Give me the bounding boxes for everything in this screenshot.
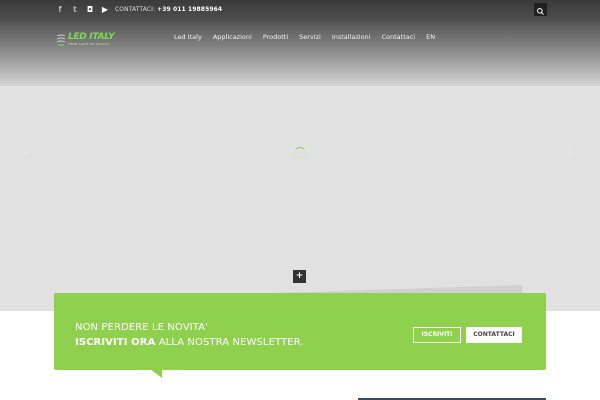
nav-item-prodotti[interactable]: Prodotti [263, 33, 288, 41]
search-button[interactable] [534, 3, 547, 16]
logo[interactable]: LED ITALY FROM LIGHT TO QUALITY [56, 32, 126, 48]
newsletter-banner: NON PERDERE LE NOVITA' ISCRIVITI ORA ALL… [54, 293, 546, 370]
hero-slider: ‹ › + [0, 86, 600, 311]
logo-text: LED ITALY [68, 32, 115, 42]
logo-subtitle: FROM LIGHT TO QUALITY [68, 42, 110, 46]
nav-item-contattaci[interactable]: Contattaci [381, 33, 415, 41]
newsletter-subheading: ISCRIVITI ORA ALLA NOSTRA NEWSLETTER. [75, 337, 304, 348]
top-bar: f 𝕥 ◘ ▶ CONTATTACI: +39 011 19885964 [0, 0, 600, 22]
nav-item-installazioni[interactable]: Installazioni [332, 33, 371, 41]
social-links: f 𝕥 ◘ ▶ [56, 5, 109, 15]
main-nav: Led Italy Applicazioni Prodotti Servizi … [174, 33, 446, 41]
contact-line: CONTATTACI: +39 011 19885964 [115, 6, 222, 13]
slider-next-arrow-icon[interactable]: › [568, 148, 572, 159]
loading-spinner-icon [294, 147, 306, 159]
contact-button[interactable]: CONTATTACI [466, 327, 522, 343]
newsletter-cta-rest: ALLA NOSTRA NEWSLETTER. [155, 337, 304, 348]
nav-item-led-italy[interactable]: Led Italy [174, 33, 202, 41]
expand-button[interactable]: + [293, 270, 306, 283]
logo-mark-icon [56, 34, 66, 46]
newsletter-heading: NON PERDERE LE NOVITA' [75, 322, 208, 333]
slider-prev-arrow-icon[interactable]: ‹ [24, 148, 28, 159]
twitter-icon[interactable]: 𝕥 [71, 5, 79, 15]
nav-item-language[interactable]: EN [426, 33, 435, 41]
subscribe-button[interactable]: ISCRIVITI [413, 327, 461, 343]
contact-phone[interactable]: +39 011 19885964 [157, 6, 222, 13]
nav-item-applicazioni[interactable]: Applicazioni [213, 33, 252, 41]
site-header: LED ITALY FROM LIGHT TO QUALITY Led Ital… [0, 22, 600, 86]
contact-label: CONTATTACI: [115, 6, 156, 13]
nav-item-servizi[interactable]: Servizi [299, 33, 321, 41]
newsletter-tail [150, 369, 162, 378]
instagram-icon[interactable]: ◘ [86, 5, 94, 15]
search-icon [537, 8, 544, 15]
youtube-icon[interactable]: ▶ [101, 5, 109, 15]
facebook-icon[interactable]: f [56, 5, 64, 15]
newsletter-cta-bold: ISCRIVITI ORA [75, 337, 156, 348]
